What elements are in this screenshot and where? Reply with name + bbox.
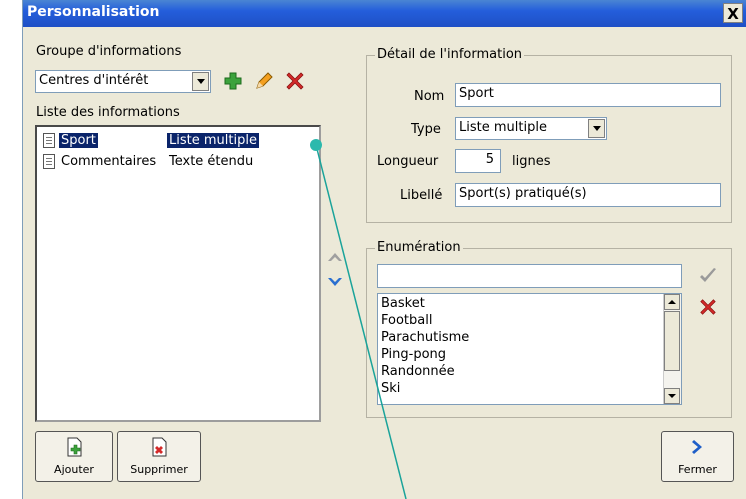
list-item[interactable]: Parachutisme	[381, 330, 469, 345]
caption-field[interactable]: Sport(s) pratiqué(s)	[455, 183, 721, 207]
title-bar: Personnalisation X	[23, 0, 746, 27]
name-value: Sport	[459, 86, 494, 101]
scroll-down-button[interactable]	[664, 388, 680, 404]
enumeration-list[interactable]: Basket Football Parachutisme Ping-pong R…	[377, 293, 682, 405]
delete-entry-icon[interactable]	[699, 298, 717, 316]
add-document-icon	[67, 437, 82, 457]
list-item[interactable]: Ping-pong	[381, 347, 446, 362]
list-item[interactable]: Sport Liste multiple	[43, 132, 293, 150]
add-group-icon[interactable]	[223, 71, 243, 91]
enumeration-input[interactable]	[377, 264, 682, 288]
group-label: Groupe d'informations	[36, 44, 182, 59]
list-label: Liste des informations	[36, 105, 180, 120]
move-down-icon[interactable]	[326, 275, 344, 289]
list-item[interactable]: Football	[381, 313, 432, 328]
caption-value: Sport(s) pratiqué(s)	[459, 186, 587, 201]
chevron-down-icon[interactable]	[192, 72, 209, 91]
list-item[interactable]: Basket	[381, 296, 425, 311]
group-select-value: Centres d'intérêt	[39, 73, 149, 88]
delete-group-icon[interactable]	[285, 71, 305, 91]
close-window-button[interactable]: X	[723, 3, 743, 23]
move-up-icon[interactable]	[326, 250, 344, 264]
scroll-thumb[interactable]	[664, 311, 680, 371]
length-label: Longueur	[377, 154, 439, 169]
delete-button[interactable]: Supprimer	[117, 431, 201, 482]
length-field[interactable]: 5	[455, 149, 501, 173]
document-icon	[43, 154, 55, 169]
arrow-down-icon	[668, 394, 676, 398]
add-button[interactable]: Ajouter	[35, 431, 113, 482]
chevron-right-icon	[691, 440, 702, 454]
close-button[interactable]: Fermer	[661, 431, 734, 482]
close-button-label: Fermer	[678, 463, 717, 476]
item-type: Liste multiple	[167, 133, 259, 148]
list-item[interactable]: Commentaires Texte étendu	[43, 153, 293, 171]
window-title: Personnalisation	[27, 4, 160, 20]
detail-legend: Détail de l'information	[375, 47, 525, 62]
group-select[interactable]: Centres d'intérêt	[35, 70, 211, 93]
edit-group-icon[interactable]	[254, 71, 274, 91]
item-name: Sport	[59, 133, 98, 148]
delete-document-icon	[152, 437, 167, 457]
type-select[interactable]: Liste multiple	[455, 117, 607, 140]
vertical-scrollbar[interactable]	[663, 294, 681, 404]
name-label: Nom	[414, 89, 445, 104]
chevron-down-icon[interactable]	[588, 119, 605, 138]
information-list[interactable]: Sport Liste multiple Commentaires Texte …	[35, 125, 321, 422]
add-button-label: Ajouter	[54, 463, 94, 476]
delete-button-label: Supprimer	[130, 463, 188, 476]
item-name: Commentaires	[61, 154, 157, 169]
personnalisation-dialog: Personnalisation X Groupe d'informations…	[22, 0, 746, 499]
document-icon	[43, 133, 55, 148]
name-field[interactable]: Sport	[455, 83, 721, 107]
scroll-up-button[interactable]	[664, 294, 680, 310]
type-select-value: Liste multiple	[459, 120, 547, 135]
enumeration-legend: Enumération	[375, 240, 463, 255]
validate-check-icon[interactable]	[698, 267, 718, 285]
list-item[interactable]: Ski	[381, 381, 400, 396]
arrow-up-icon	[668, 300, 676, 304]
type-label: Type	[411, 122, 441, 137]
list-item[interactable]: Randonnée	[381, 364, 455, 379]
length-unit: lignes	[512, 154, 551, 169]
length-value: 5	[485, 152, 494, 167]
item-type: Texte étendu	[169, 154, 254, 169]
caption-label: Libellé	[400, 188, 443, 203]
